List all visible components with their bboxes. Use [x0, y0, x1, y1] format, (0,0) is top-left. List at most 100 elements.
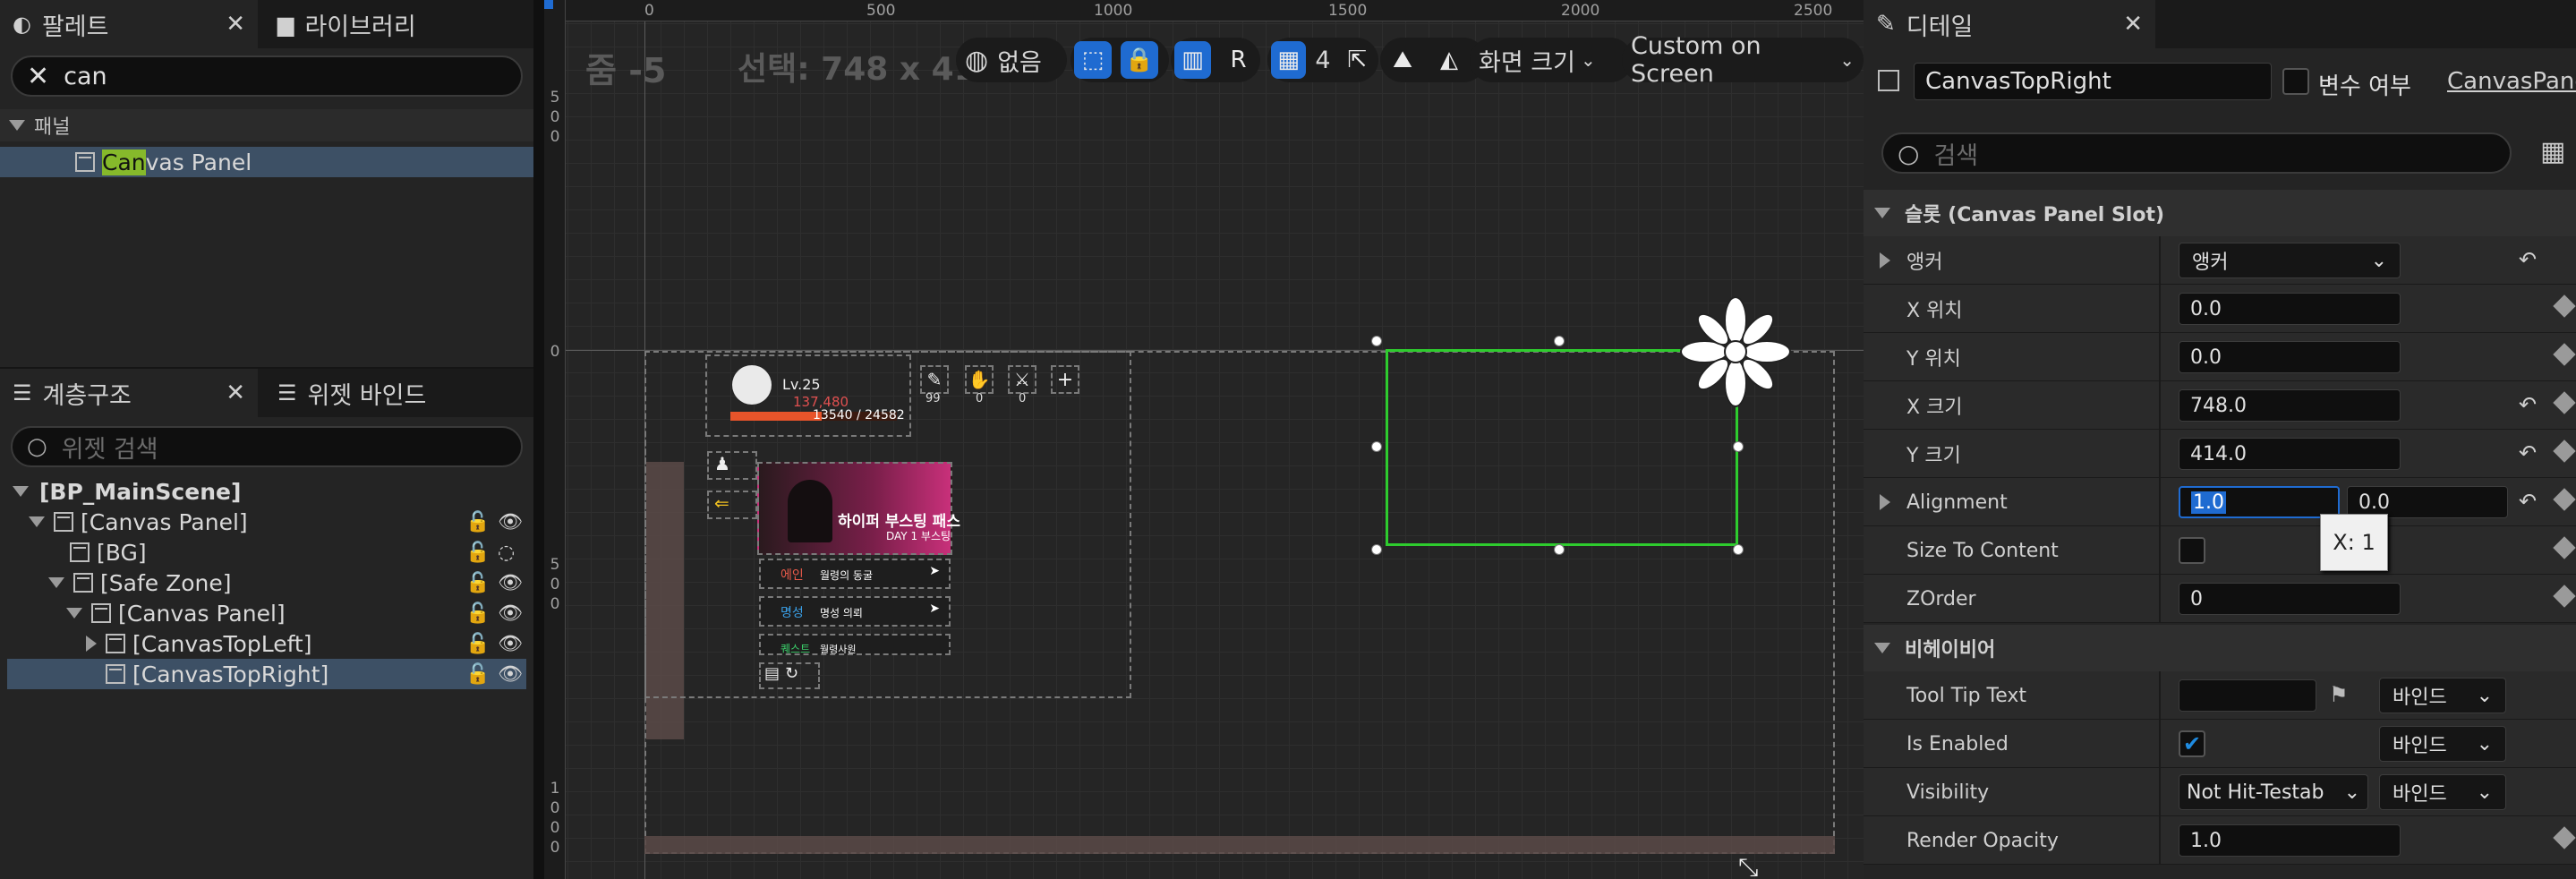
quest-item[interactable]: 에인 월령의 동굴 ➤ — [759, 559, 951, 589]
resize-handle[interactable] — [1554, 336, 1565, 346]
screen-mode-dropdown[interactable]: Custom on Screen ⌄ — [1622, 32, 1864, 88]
eye-icon[interactable]: 👁 — [498, 511, 523, 533]
lock-icon[interactable]: 🔓 — [465, 542, 490, 564]
y-size-field[interactable]: 414.0 — [2179, 438, 2401, 470]
eye-icon[interactable]: 👁 — [498, 602, 523, 625]
is-enabled-checkbox[interactable]: ✔ — [2179, 730, 2205, 757]
render-opacity-field[interactable]: 1.0 — [2179, 824, 2401, 857]
alignment-x-field[interactable]: 1.0 — [2179, 486, 2340, 518]
tab-library[interactable]: ▆ 라이브러리 — [265, 0, 533, 48]
keyframe-icon[interactable] — [2553, 343, 2576, 366]
bind-dropdown[interactable]: 바인드 ⌄ — [2379, 678, 2506, 713]
keyframe-icon[interactable] — [2553, 440, 2576, 463]
tree-node-canvas-panel[interactable]: [Canvas Panel] 🔓 👁 — [0, 507, 533, 537]
section-behavior[interactable]: 비헤이비어 — [1864, 625, 2576, 671]
panel-splitter[interactable] — [533, 0, 544, 879]
quest-item[interactable]: 명성 명성 의뢰 ➤ — [759, 596, 951, 627]
tab-palette[interactable]: ◐ 팔레트 ✕ — [0, 0, 258, 48]
flip-icon[interactable]: ◭ — [1430, 41, 1468, 79]
lock-icon[interactable]: 🔓 — [465, 633, 490, 655]
reset-icon[interactable]: ↶ — [2519, 247, 2537, 272]
grid-icon[interactable]: ▦ — [1271, 41, 1307, 79]
keyframe-icon[interactable] — [2553, 391, 2576, 414]
y-position-field[interactable]: 0.0 — [2179, 341, 2401, 373]
lock-icon[interactable]: 🔓 — [465, 602, 490, 625]
resize-handle[interactable] — [1371, 441, 1382, 452]
eye-icon[interactable]: 👁 — [498, 572, 523, 594]
tree-node-canvas-top-right[interactable]: [CanvasTopRight] 🔓 👁 — [7, 659, 526, 689]
keyframe-icon[interactable] — [2553, 536, 2576, 559]
palette-item-canvas-panel[interactable]: Can vas Panel — [0, 147, 533, 177]
keyframe-icon[interactable] — [2553, 488, 2576, 511]
palette-category-panel[interactable]: 패널 — [0, 109, 533, 141]
close-icon[interactable]: ✕ — [226, 11, 245, 38]
plus-icon[interactable]: + — [1051, 365, 1079, 394]
reset-icon[interactable]: ↶ — [2519, 392, 2537, 417]
eye-hidden-icon[interactable]: ◌ — [498, 542, 515, 564]
resize-handle[interactable] — [1371, 336, 1382, 346]
close-icon[interactable]: ✕ — [2123, 11, 2143, 38]
reset-icon[interactable]: ↶ — [2519, 440, 2537, 465]
lock-icon[interactable]: 🔒 — [1121, 41, 1158, 79]
layout-icon[interactable]: ▥ — [1174, 41, 1211, 79]
is-variable-checkbox[interactable] — [2282, 68, 2309, 95]
grid-size-value[interactable]: 4 — [1315, 47, 1330, 74]
anchor-dropdown[interactable]: 앵커 ⌄ — [2179, 243, 2401, 278]
resize-handle[interactable] — [1371, 544, 1382, 555]
back-arrow-icon[interactable]: ⇐ — [707, 491, 757, 519]
quest-item[interactable]: 퀘스트 월령사원 — [759, 634, 951, 655]
eye-icon[interactable]: 👁 — [498, 633, 523, 655]
resize-handle[interactable] — [1733, 544, 1744, 555]
hierarchy-search-input[interactable]: ○ 위젯 검색 — [11, 426, 523, 467]
zorder-field[interactable]: 0 — [2179, 583, 2401, 615]
refresh-icon[interactable]: ↻ — [785, 664, 798, 687]
expand-arrow-icon[interactable] — [1880, 252, 1890, 269]
tree-node-canvas-top-left[interactable]: [CanvasTopLeft] 🔓 👁 — [0, 628, 533, 659]
bind-dropdown[interactable]: 바인드 ⌄ — [2379, 774, 2506, 810]
screen-size-dropdown[interactable]: 화면 크기 ⌄ — [1470, 38, 1633, 82]
keyframe-icon[interactable] — [2553, 826, 2576, 849]
hand-icon[interactable]: ✋ — [965, 365, 994, 394]
pencil-icon[interactable]: ✎ — [920, 365, 949, 394]
marquee-select-icon[interactable]: ⬚ — [1074, 41, 1112, 79]
clear-search-icon[interactable]: ✕ — [27, 61, 49, 92]
tree-node-bp-mainscene[interactable]: [BP_MainScene] — [0, 476, 533, 507]
bind-dropdown[interactable]: 바인드 ⌄ — [2379, 726, 2506, 762]
anchor-gizmo-icon[interactable] — [1677, 294, 1794, 410]
tab-details[interactable]: ✎ 디테일 ✕ — [1864, 0, 2155, 48]
palette-search-input[interactable]: ✕ can — [11, 55, 523, 97]
details-search-input[interactable]: ○ 검색 — [1881, 132, 2512, 174]
lock-icon[interactable]: 🔓 — [465, 572, 490, 594]
section-slot[interactable]: 슬롯 (Canvas Panel Slot) — [1864, 190, 2576, 236]
localization-toggle[interactable]: ◍ 없음 — [956, 38, 1067, 82]
x-size-field[interactable]: 748.0 — [2179, 389, 2401, 422]
keyframe-icon[interactable] — [2553, 294, 2576, 318]
character-icon[interactable]: ♟ — [707, 451, 757, 480]
size-to-content-checkbox[interactable] — [2179, 537, 2205, 564]
sword-icon[interactable]: ⚔ — [1008, 365, 1036, 394]
eye-icon[interactable]: 👁 — [498, 663, 523, 686]
close-icon[interactable]: ✕ — [226, 380, 245, 406]
x-position-field[interactable]: 0.0 — [2179, 293, 2401, 325]
tooltip-text-field[interactable] — [2179, 679, 2316, 712]
resize-handle[interactable] — [1554, 544, 1565, 555]
lock-icon[interactable]: 🔓 — [465, 663, 490, 686]
flag-icon[interactable]: ⚑ — [2329, 682, 2349, 707]
class-link[interactable]: CanvasPanel — [2447, 68, 2576, 95]
image-icon[interactable]: ⛰ — [1384, 41, 1421, 79]
expand-arrow-icon[interactable] — [1880, 494, 1890, 510]
tree-node-bg[interactable]: [BG] 🔓 ◌ — [0, 537, 533, 568]
book-icon[interactable]: ▤ — [764, 664, 780, 687]
tree-node-safe-zone[interactable]: [Safe Zone] 🔓 👁 — [0, 568, 533, 598]
object-name-field[interactable]: CanvasTopRight — [1914, 63, 2272, 100]
visibility-dropdown[interactable]: Not Hit-Testab ⌄ — [2179, 774, 2368, 810]
cursor-icon[interactable]: ⇱ — [1340, 41, 1375, 79]
designer-viewport[interactable]: 0 500 1000 1500 2000 2500 500 0 500 1000… — [544, 0, 1864, 879]
profile-widget[interactable]: Lv.25 137,480 13540 / 24582 — [705, 354, 911, 437]
keyframe-icon[interactable] — [2553, 585, 2576, 608]
resize-handle[interactable] — [1733, 441, 1744, 452]
tab-widget-bindings[interactable]: ☰ 위젯 바인드 — [265, 369, 533, 417]
hyper-boosting-banner[interactable]: 하이퍼 부스팅 패스 DAY 1 부스팅 — [757, 462, 960, 555]
r-toggle[interactable]: R — [1220, 41, 1257, 79]
lock-icon[interactable]: 🔓 — [465, 511, 490, 533]
